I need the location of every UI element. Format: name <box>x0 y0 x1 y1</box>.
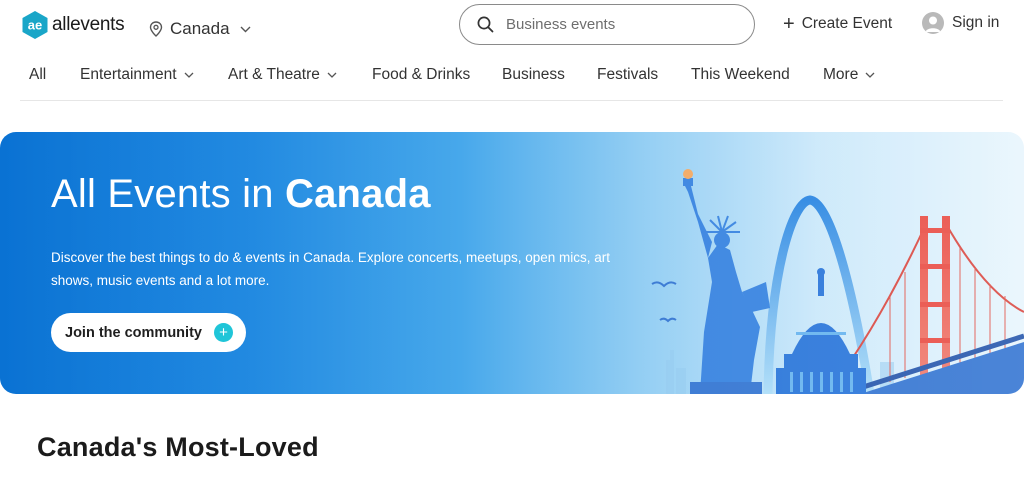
nav-item-entertainment[interactable]: Entertainment <box>80 66 194 84</box>
chevron-down-icon <box>240 26 251 32</box>
create-event-button[interactable]: + Create Event <box>783 14 892 34</box>
hero-title-location: Canada <box>285 172 431 216</box>
nav-item-label: All <box>29 66 47 83</box>
brand-logo[interactable]: ae allevents <box>20 10 125 40</box>
chevron-down-icon <box>184 72 193 78</box>
sign-in-label: Sign in <box>952 14 1000 31</box>
nav-item-festivals[interactable]: Festivals <box>597 66 658 84</box>
nav-item-more[interactable]: More <box>823 66 875 84</box>
nav-item-label: Business <box>502 66 565 83</box>
location-label: Canada <box>170 19 230 38</box>
brand-name: allevents <box>52 14 125 35</box>
search-icon <box>477 16 494 33</box>
sign-in-button[interactable]: Sign in <box>922 12 999 34</box>
join-community-label: Join the community <box>65 324 202 341</box>
nav-item-label: Festivals <box>597 66 659 83</box>
join-community-button[interactable]: Join the community + <box>51 313 246 352</box>
nav-item-all[interactable]: All <box>29 66 46 84</box>
nav-item-food-drinks[interactable]: Food & Drinks <box>372 66 470 84</box>
create-event-label: Create Event <box>801 15 893 32</box>
section-title: Canada's Most-Loved <box>37 432 319 462</box>
nav-divider <box>20 100 1003 101</box>
nav-item-label: Food & Drinks <box>372 66 471 83</box>
hero-title-prefix: All Events in <box>51 172 286 216</box>
nav-item-this-weekend[interactable]: This Weekend <box>691 66 790 84</box>
user-avatar-icon <box>922 12 944 34</box>
search-bar[interactable] <box>459 4 755 45</box>
location-selector[interactable]: Canada <box>149 19 258 39</box>
location-pin-icon <box>149 21 163 37</box>
plus-icon: + <box>783 13 795 35</box>
svg-text:ae: ae <box>28 18 42 33</box>
chevron-down-icon <box>327 72 337 78</box>
plus-circle-icon: + <box>214 323 233 342</box>
nav-item-label: This Weekend <box>691 66 790 83</box>
nav-item-business[interactable]: Business <box>502 66 565 84</box>
nav-item-label: Art & Theatre <box>228 66 320 83</box>
hero-description: Discover the best things to do & events … <box>51 250 611 288</box>
hero-title: All Events in Canada <box>51 172 431 217</box>
nav-item-label: More <box>823 66 859 83</box>
search-input[interactable] <box>504 15 728 34</box>
nav-item-label: Entertainment <box>80 66 177 83</box>
hero-banner: All Events in Canada Discover the best t… <box>0 132 1024 394</box>
chevron-down-icon <box>865 72 875 78</box>
category-nav: All Entertainment Art & Theatre Food & D… <box>0 66 1024 90</box>
nav-item-art-theatre[interactable]: Art & Theatre <box>228 66 337 84</box>
ae-logo-icon: ae <box>22 11 48 39</box>
